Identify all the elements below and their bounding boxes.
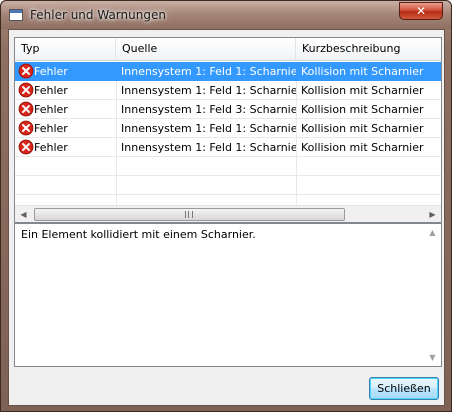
cell-kurzbeschreibung: Kollision mit Scharnier [301, 122, 424, 135]
vertical-scrollbar[interactable]: ▲ ▼ [424, 224, 441, 366]
dialog-client-area: Typ Quelle Kurzbeschreibung Fehler Innens… [8, 29, 445, 406]
row-divider [15, 194, 441, 195]
cell-quelle: Innensystem 1: Feld 1: Scharnier [121, 122, 296, 135]
horizontal-scrollbar[interactable]: ◀ ▶ [15, 205, 441, 222]
error-icon [18, 139, 34, 155]
cell-quelle: Innensystem 1: Feld 1: Scharnier [121, 84, 296, 97]
column-header-typ[interactable]: Typ [15, 38, 116, 61]
table-row[interactable]: Fehler Innensystem 1: Feld 1: Scharnier Ko… [15, 119, 441, 138]
description-box[interactable]: Ein Element kollidiert mit einem Scharni… [14, 223, 442, 367]
window-title: Fehler und Warnungen [30, 8, 166, 22]
cell-kurzbeschreibung: Kollision mit Scharnier [301, 65, 424, 78]
table-header: Typ Quelle Kurzbeschreibung [15, 38, 441, 61]
column-header-kurzbeschreibung[interactable]: Kurzbeschreibung [296, 38, 441, 61]
table-row[interactable]: Fehler Innensystem 1: Feld 1: Scharnier Ko… [15, 62, 441, 81]
errors-table: Typ Quelle Kurzbeschreibung Fehler Innens… [14, 37, 442, 223]
cell-typ: Fehler [15, 62, 116, 81]
scroll-right-icon[interactable]: ▶ [424, 206, 441, 223]
table-row[interactable]: Fehler Innensystem 1: Feld 1: Scharnier Ko… [15, 81, 441, 100]
cell-quelle: Innensystem 1: Feld 1: Scharnier [121, 141, 296, 154]
dialog-window: Fehler und Warnungen ✕ Typ Quelle Kurzbe… [0, 0, 452, 412]
cell-typ-label: Fehler [34, 122, 68, 135]
cell-typ-label: Fehler [34, 84, 68, 97]
cell-typ: Fehler [15, 119, 116, 138]
scrollbar-thumb[interactable] [34, 208, 345, 221]
column-header-quelle[interactable]: Quelle [116, 38, 296, 61]
title-bar[interactable]: Fehler und Warnungen ✕ [1, 1, 451, 29]
error-icon [18, 120, 34, 136]
scroll-up-icon[interactable]: ▲ [424, 224, 441, 241]
table-row[interactable]: Fehler Innensystem 1: Feld 1: Scharnier Ko… [15, 138, 441, 157]
cell-typ: Fehler [15, 100, 116, 119]
error-icon [18, 63, 34, 79]
cell-typ: Fehler [15, 138, 116, 157]
scroll-down-icon[interactable]: ▼ [424, 349, 441, 366]
error-icon [18, 82, 34, 98]
cell-typ-label: Fehler [34, 103, 68, 116]
scroll-left-icon[interactable]: ◀ [15, 206, 32, 223]
cell-kurzbeschreibung: Kollision mit Scharnier [301, 141, 424, 154]
window-close-button[interactable]: ✕ [399, 2, 443, 20]
cell-kurzbeschreibung: Kollision mit Scharnier [301, 103, 424, 116]
close-button[interactable]: Schließen [369, 377, 439, 400]
cell-kurzbeschreibung: Kollision mit Scharnier [301, 84, 424, 97]
cell-typ-label: Fehler [34, 65, 68, 78]
cell-typ-label: Fehler [34, 141, 68, 154]
error-icon [18, 101, 34, 117]
cell-quelle: Innensystem 1: Feld 3: Scharnier [121, 103, 296, 116]
row-divider [15, 156, 441, 157]
description-text: Ein Element kollidiert mit einem Scharni… [21, 228, 256, 241]
window-icon [9, 9, 23, 21]
cell-typ: Fehler [15, 81, 116, 100]
row-divider [15, 175, 441, 176]
cell-quelle: Innensystem 1: Feld 1: Scharnier [121, 65, 296, 78]
table-row[interactable]: Fehler Innensystem 1: Feld 3: Scharnier Ko… [15, 100, 441, 119]
grip-icon [185, 211, 193, 218]
